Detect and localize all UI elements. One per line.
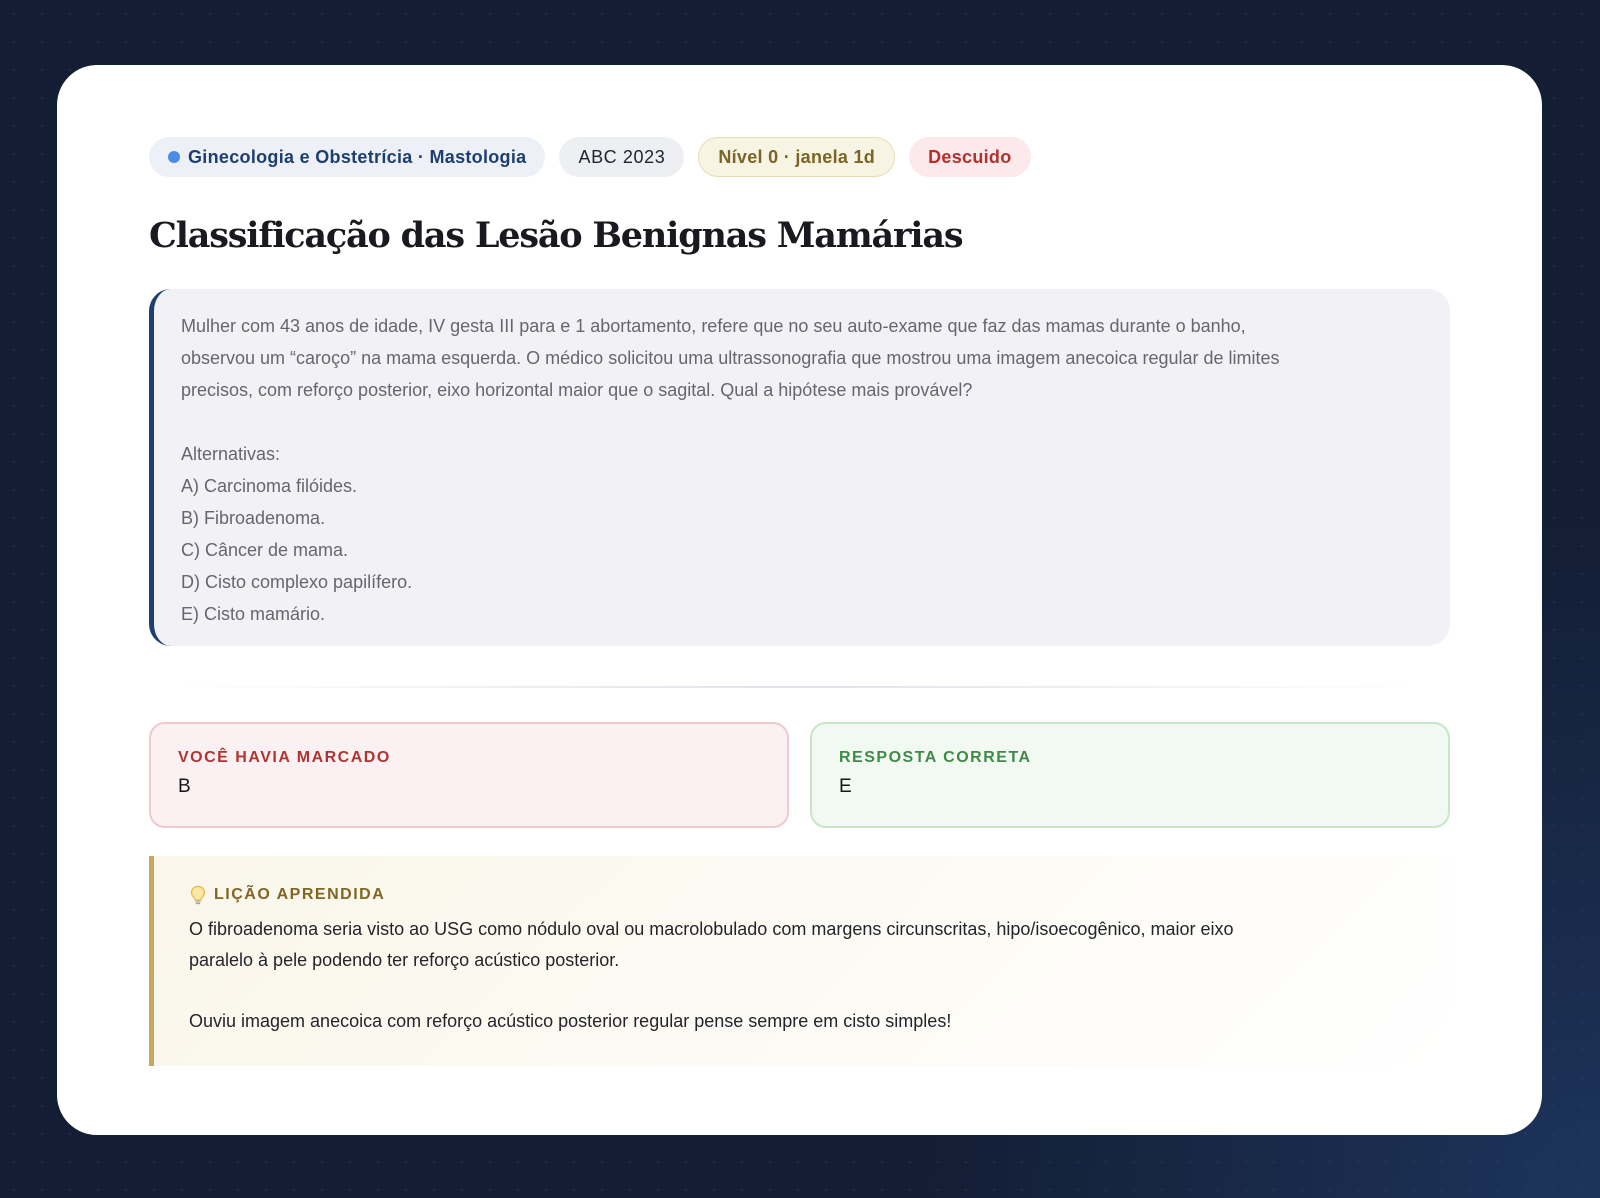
alternative-c: C) Câncer de mama. — [181, 540, 349, 560]
question-stem-line: precisos, com reforço posterior, eixo ho… — [181, 380, 973, 400]
alternatives-label: Alternativas: — [181, 444, 281, 464]
level-tag-label: Nível 0 · janela 1d — [718, 146, 876, 167]
lesson-header: LIÇÃO APRENDIDA — [189, 885, 1414, 905]
question-stem-line: observou um “caroço” na mama esquerda. O… — [181, 348, 1280, 368]
exam-tag-label: ABC 2023 — [578, 146, 666, 167]
alternative-d: D) Cisto complexo papilífero. — [181, 572, 413, 592]
correct-answer-value: E — [839, 776, 852, 797]
topic-tag: Ginecologia e Obstetrícia · Mastologia — [149, 137, 546, 177]
question-box: Mulher com 43 anos de idade, IV gesta II… — [149, 289, 1450, 646]
lesson-box: LIÇÃO APRENDIDA O fibroadenoma seria vis… — [149, 856, 1450, 1066]
exam-tag: ABC 2023 — [559, 137, 685, 177]
tag-row: Ginecologia e Obstetrícia · Mastologia A… — [149, 137, 1450, 177]
correct-answer-box: RESPOSTA CORRETA E — [810, 722, 1450, 828]
error-type-tag-label: Descuido — [928, 146, 1012, 167]
topic-dot-icon — [168, 151, 180, 163]
alternative-a: A) Carcinoma filóides. — [181, 476, 358, 496]
section-divider — [179, 686, 1420, 688]
marked-answer-box: VOCÊ HAVIA MARCADO B — [149, 722, 789, 828]
marked-answer-value: B — [178, 776, 191, 797]
question-stem-line: Mulher com 43 anos de idade, IV gesta II… — [181, 316, 1246, 336]
lesson-paragraph-2: Ouviu imagem anecoica com reforço acústi… — [189, 1011, 952, 1031]
error-type-tag: Descuido — [909, 137, 1031, 177]
correct-answer-label: RESPOSTA CORRETA — [839, 749, 1032, 766]
lightbulb-icon — [189, 885, 207, 905]
level-tag: Nível 0 · janela 1d — [698, 137, 896, 177]
alternative-b: B) Fibroadenoma. — [181, 508, 326, 528]
alternative-e: E) Cisto mamário. — [181, 604, 326, 624]
lesson-paragraph-line: paralelo à pele podendo ter reforço acús… — [189, 950, 620, 970]
card-title: Classificação das Lesão Benignas Mamária… — [149, 215, 964, 256]
topic-tag-label: Ginecologia e Obstetrícia · Mastologia — [188, 146, 527, 167]
marked-answer-label: VOCÊ HAVIA MARCADO — [178, 749, 391, 766]
flashcard: Ginecologia e Obstetrícia · Mastologia A… — [57, 65, 1542, 1135]
lesson-text: O fibroadenoma seria visto ao USG como n… — [189, 914, 1414, 1037]
lesson-paragraph-line: O fibroadenoma seria visto ao USG como n… — [189, 919, 1234, 939]
answers-row: VOCÊ HAVIA MARCADO B RESPOSTA CORRETA E — [149, 722, 1450, 828]
lesson-heading: LIÇÃO APRENDIDA — [214, 886, 386, 903]
